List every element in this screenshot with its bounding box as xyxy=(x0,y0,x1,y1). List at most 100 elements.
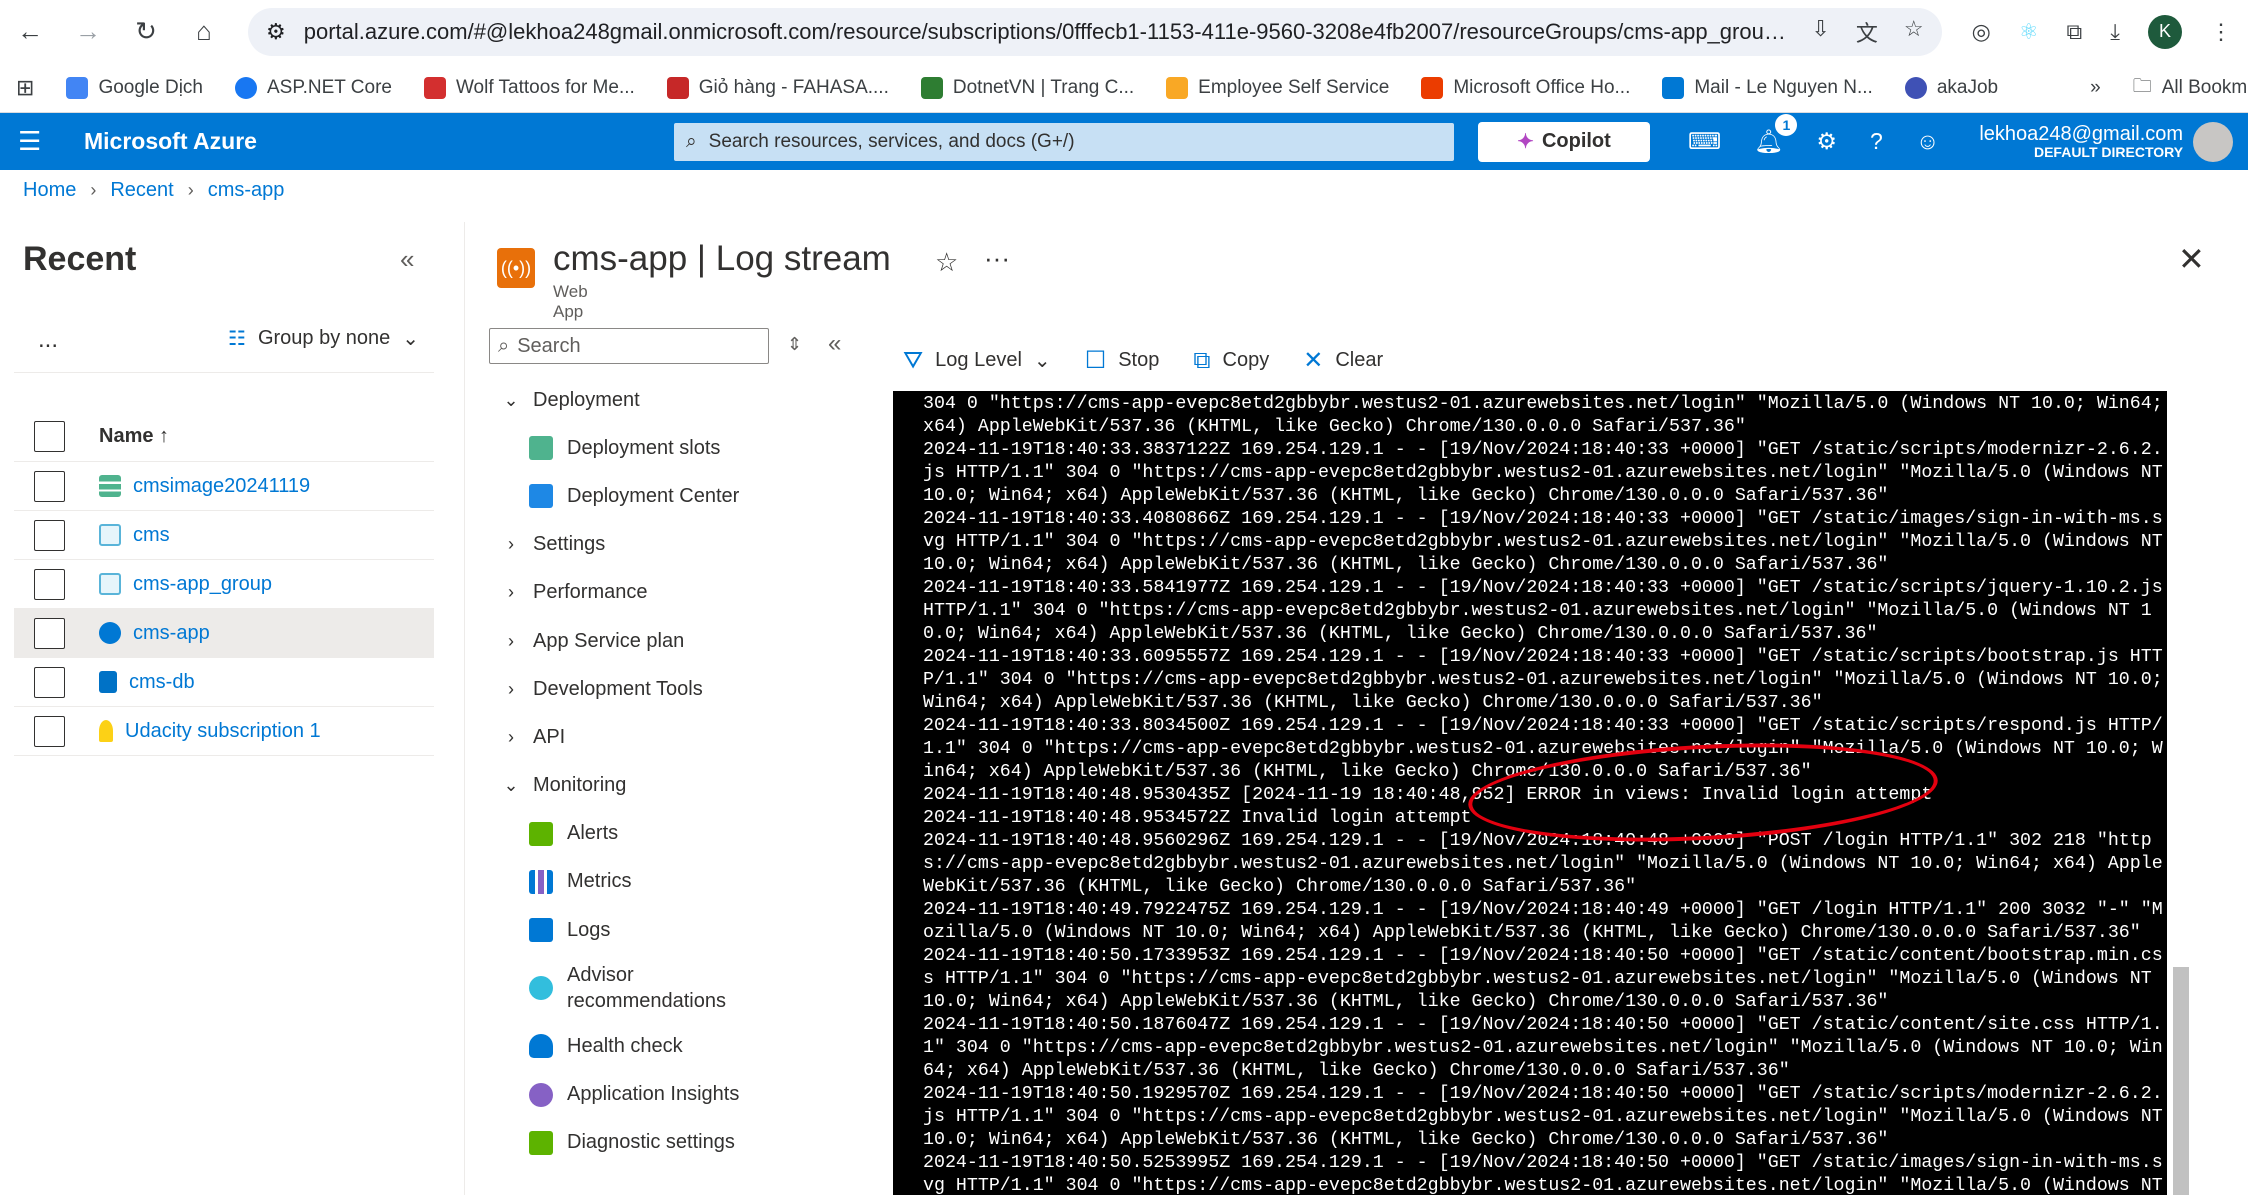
health-check-icon xyxy=(529,1034,553,1059)
diagnostic-settings-icon xyxy=(529,1130,553,1155)
row-checkbox[interactable] xyxy=(34,519,65,551)
account-avatar[interactable] xyxy=(2193,121,2234,162)
storage-account-icon xyxy=(99,475,121,497)
forward-icon[interactable]: → xyxy=(74,16,102,46)
hamburger-menu-icon[interactable]: ☰ xyxy=(18,126,48,157)
group-by-dropdown[interactable]: ☷ Group by none ⌄ xyxy=(228,326,419,351)
extension-icon[interactable]: ◎ xyxy=(1972,19,1991,45)
feedback-icon[interactable]: ☺ xyxy=(1916,128,1939,155)
profile-avatar[interactable]: K xyxy=(2148,14,2182,49)
react-devtools-icon[interactable]: ⚛ xyxy=(2019,19,2039,45)
bookmarks-overflow-icon[interactable]: » xyxy=(2090,77,2101,99)
menu-item-api[interactable]: › API xyxy=(489,713,839,761)
notifications-bell-icon[interactable]: 🔔︎ 1 xyxy=(1754,114,1798,155)
collapse-pane-icon[interactable]: « xyxy=(400,244,414,275)
copy-icon: ⧉ xyxy=(1193,346,1211,374)
console-scrollbar[interactable] xyxy=(2167,391,2195,1195)
menu-item-deployment[interactable]: ⌄ Deployment xyxy=(489,376,839,424)
menu-item-app-service-plan[interactable]: › App Service plan xyxy=(489,617,839,665)
console-scrollbar-thumb[interactable] xyxy=(2173,967,2189,1195)
stop-button[interactable]: ☐ Stop xyxy=(1085,346,1160,375)
menu-item-settings[interactable]: › Settings xyxy=(489,521,839,569)
site-info-icon[interactable]: ⚙ xyxy=(266,19,286,45)
chevron-right-icon: › xyxy=(508,582,514,603)
table-row[interactable]: cms-app xyxy=(14,609,434,658)
row-checkbox[interactable] xyxy=(34,470,65,502)
chevron-right-icon: › xyxy=(187,179,194,200)
all-bookmarks[interactable]: 🗀All Bookmarks xyxy=(2133,72,2248,104)
table-row[interactable]: cmsimage20241119 xyxy=(14,462,434,511)
url-text[interactable]: portal.azure.com/#@lekhoa248gmail.onmicr… xyxy=(304,19,1794,45)
table-row[interactable]: Udacity subscription 1 xyxy=(14,707,434,756)
bookmark-item[interactable]: Giỏ hàng - FAHASA.... xyxy=(666,76,889,99)
extensions-puzzle-icon[interactable]: ⧉ xyxy=(2067,19,2083,45)
copilot-button[interactable]: ✦ Copilot xyxy=(1478,121,1650,162)
sort-icon[interactable]: ⇕ xyxy=(787,334,802,355)
more-actions-icon[interactable]: ··· xyxy=(984,243,1010,274)
favorite-star-icon[interactable]: ☆ xyxy=(935,247,958,278)
menu-item-application-insights[interactable]: Application Insights xyxy=(489,1070,839,1118)
row-checkbox[interactable] xyxy=(34,715,65,747)
menu-item-diagnostic-settings[interactable]: Diagnostic settings xyxy=(489,1119,839,1167)
search-icon: ⌕ xyxy=(498,334,510,357)
bookmark-item[interactable]: Wolf Tattoos for Me... xyxy=(423,76,635,99)
menu-item-performance[interactable]: › Performance xyxy=(489,569,839,617)
menu-item-metrics[interactable]: Metrics xyxy=(489,858,839,906)
bookmark-item[interactable]: Mail - Le Nguyen N... xyxy=(1662,76,1873,99)
help-icon[interactable]: ? xyxy=(1870,128,1883,155)
reload-icon[interactable]: ↻ xyxy=(132,16,160,46)
recent-title: Recent xyxy=(23,240,137,278)
select-all-checkbox[interactable] xyxy=(34,421,65,452)
azure-brand[interactable]: Microsoft Azure xyxy=(84,128,674,155)
menu-item-development-tools[interactable]: › Development Tools xyxy=(489,665,839,713)
bookmark-item[interactable]: Employee Self Service xyxy=(1166,76,1389,99)
resource-group-icon xyxy=(99,524,121,546)
cloud-shell-icon[interactable]: ⌨ xyxy=(1688,128,1721,155)
bookmark-item[interactable]: akaJob xyxy=(1904,76,1998,99)
name-column-header[interactable]: Name ↑ xyxy=(99,425,169,448)
table-row[interactable]: cms-app_group xyxy=(14,560,434,609)
more-options-icon[interactable]: ... xyxy=(38,326,58,354)
home-icon[interactable]: ⌂ xyxy=(190,16,218,46)
bookmark-item[interactable]: Google Dịch xyxy=(66,76,203,99)
back-icon[interactable]: ← xyxy=(16,16,44,46)
bookmark-item[interactable]: DotnetVN | Trang C... xyxy=(920,76,1134,99)
install-icon[interactable]: ⇩ xyxy=(1811,16,1829,48)
breadcrumb-cms-app[interactable]: cms-app xyxy=(208,179,285,202)
browser-menu-icon[interactable]: ⋮ xyxy=(2210,19,2232,45)
breadcrumb-recent[interactable]: Recent xyxy=(110,179,173,202)
chevron-down-icon: ⌄ xyxy=(503,775,519,796)
table-row[interactable]: cms xyxy=(14,511,434,560)
address-bar[interactable]: ⚙ portal.azure.com/#@lekhoa248gmail.onmi… xyxy=(248,7,1942,56)
deployment-center-icon xyxy=(529,484,553,509)
account-info[interactable]: lekhoa248@gmail.com DEFAULT DIRECTORY xyxy=(1979,123,2183,160)
menu-item-deployment-slots[interactable]: Deployment slots xyxy=(489,424,839,472)
apps-grid-icon[interactable]: ⊞ xyxy=(16,75,34,101)
row-checkbox[interactable] xyxy=(34,617,65,649)
menu-item-health-check[interactable]: Health check xyxy=(489,1022,839,1070)
dotnetvn-icon xyxy=(920,76,943,99)
breadcrumb-home[interactable]: Home xyxy=(23,179,76,202)
downloads-icon[interactable]: ⤓ xyxy=(2110,19,2120,45)
bookmark-star-icon[interactable]: ☆ xyxy=(1904,16,1924,48)
menu-item-advisor-recommendations[interactable]: Advisor recommendations xyxy=(489,954,839,1022)
row-checkbox[interactable] xyxy=(34,568,65,600)
log-level-dropdown[interactable]: ⛛ Log Level ⌄ xyxy=(903,347,1051,375)
copy-button[interactable]: ⧉ Copy xyxy=(1193,347,1269,375)
translate-icon[interactable]: 文 xyxy=(1856,16,1878,48)
table-row[interactable]: cms-db xyxy=(14,658,434,707)
menu-item-logs[interactable]: Logs xyxy=(489,906,839,954)
row-checkbox[interactable] xyxy=(34,666,65,698)
clear-button[interactable]: ✕ Clear xyxy=(1303,346,1383,375)
bookmark-item[interactable]: ASP.NET Core xyxy=(235,76,392,99)
close-icon[interactable]: ✕ xyxy=(2178,240,2205,278)
menu-search-input[interactable]: ⌕ Search xyxy=(489,328,769,364)
menu-item-monitoring[interactable]: ⌄ Monitoring xyxy=(489,762,839,810)
app-service-icon xyxy=(99,622,121,644)
menu-item-deployment-center[interactable]: Deployment Center xyxy=(489,472,839,520)
settings-gear-icon[interactable]: ⚙ xyxy=(1816,128,1837,155)
menu-item-alerts[interactable]: Alerts xyxy=(489,810,839,858)
bookmark-item[interactable]: Microsoft Office Ho... xyxy=(1421,76,1630,99)
collapse-menu-icon[interactable]: « xyxy=(828,330,841,358)
global-search[interactable]: ⌕ Search resources, services, and docs (… xyxy=(674,122,1454,161)
